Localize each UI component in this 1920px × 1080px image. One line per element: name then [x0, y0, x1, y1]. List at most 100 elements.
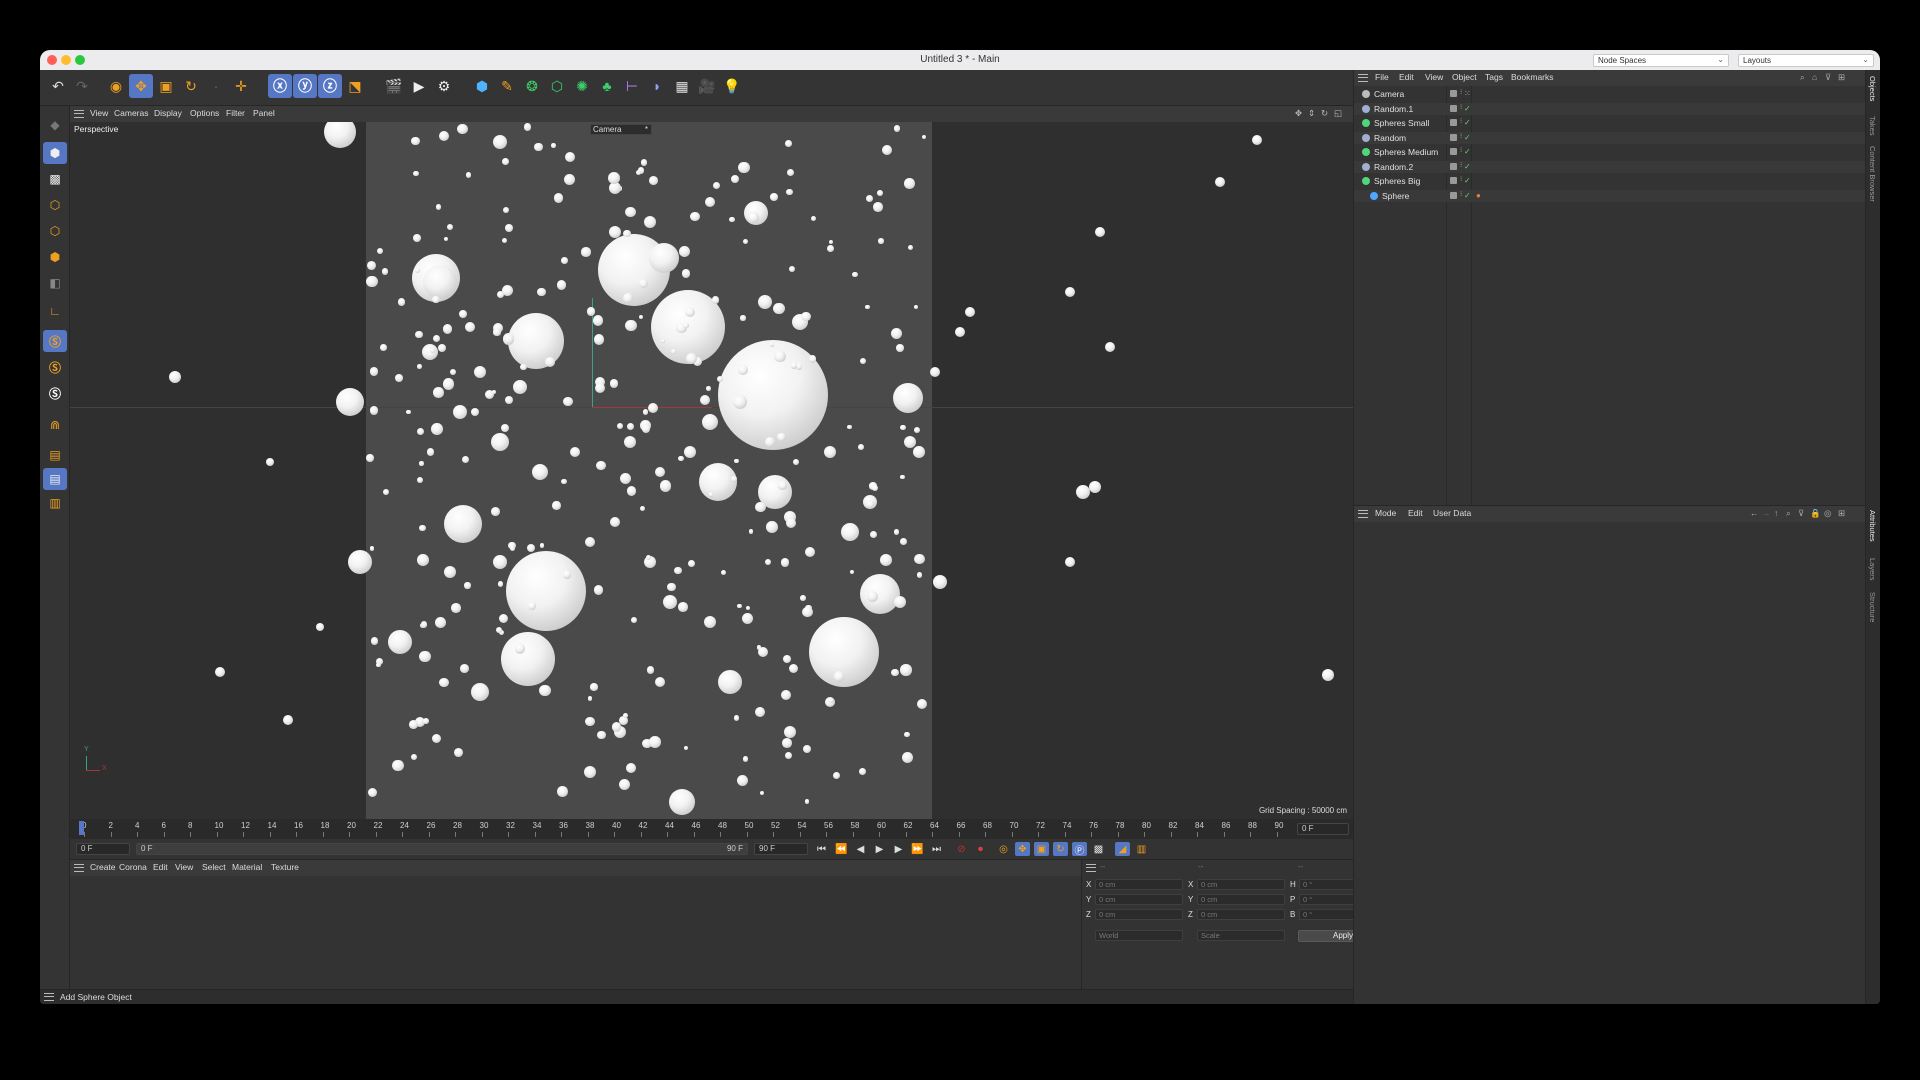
visibility-dots-icon[interactable]: ⁝: [1460, 117, 1462, 125]
points-mode-button[interactable]: ⬡: [43, 194, 67, 216]
tab-takes[interactable]: Takes: [1868, 116, 1877, 136]
attribute-menu-mode[interactable]: Mode: [1375, 508, 1396, 518]
solo-button[interactable]: ▥: [43, 492, 67, 514]
size-z-field[interactable]: 0 cm: [1197, 909, 1285, 920]
tweak-mode-button[interactable]: ⋒: [43, 414, 67, 436]
hamburger-icon[interactable]: [74, 864, 84, 872]
key-pla-button[interactable]: ▩: [1091, 842, 1106, 856]
key-parameter-button[interactable]: Ⓟ: [1072, 842, 1087, 857]
viewport-menu-filter[interactable]: Filter: [226, 108, 245, 118]
object-menu-file[interactable]: File: [1375, 72, 1389, 82]
layer-checkbox[interactable]: [1450, 177, 1457, 184]
undo-button[interactable]: ↶: [46, 74, 70, 98]
enabled-check-icon[interactable]: ✓: [1464, 191, 1471, 200]
mograph-button[interactable]: ♣: [595, 74, 619, 98]
snap-button[interactable]: Ⓢ: [43, 330, 67, 352]
enabled-check-icon[interactable]: ✓: [1464, 147, 1471, 156]
layer-checkbox[interactable]: [1450, 133, 1457, 141]
enabled-check-icon[interactable]: ✓: [1464, 133, 1471, 142]
object-row[interactable]: Sphere ⁝ ✓ ●: [1354, 189, 1866, 202]
node-spaces-dropdown[interactable]: Node Spaces ⌄: [1593, 54, 1729, 67]
position-z-field[interactable]: 0 cm: [1095, 909, 1183, 920]
end-frame-field[interactable]: 90 F: [754, 843, 808, 855]
floor-button[interactable]: ▦: [670, 74, 694, 98]
layer-checkbox[interactable]: [1450, 148, 1457, 155]
layer-checkbox[interactable]: [1450, 162, 1457, 170]
object-menu-edit[interactable]: Edit: [1399, 72, 1414, 82]
object-menu-bookmarks[interactable]: Bookmarks: [1511, 72, 1554, 82]
attribute-menu-user-data[interactable]: User Data: [1433, 508, 1471, 518]
hamburger-icon[interactable]: [1358, 510, 1368, 518]
layouts-dropdown[interactable]: Layouts ⌄: [1738, 54, 1874, 67]
coord-world-dropdown[interactable]: World: [1095, 930, 1183, 941]
attribute-menu-edit[interactable]: Edit: [1408, 508, 1423, 518]
disabled-tool-button[interactable]: ·: [204, 74, 228, 98]
hamburger-icon[interactable]: [74, 110, 84, 118]
position-x-field[interactable]: 0 cm: [1095, 879, 1183, 890]
viewport-menu-cameras[interactable]: Cameras: [114, 108, 148, 118]
key-scale-button[interactable]: ▣: [1034, 842, 1049, 856]
layer-checkbox[interactable]: [1450, 191, 1457, 199]
go-to-end-button[interactable]: ⏭: [929, 842, 944, 856]
key-rotation-button[interactable]: ↻: [1053, 842, 1068, 856]
z-axis-button[interactable]: ⓩ: [318, 74, 342, 98]
uv-mode-button[interactable]: ◧: [43, 272, 67, 294]
object-row[interactable]: Spheres Small ⁝ ✓: [1354, 117, 1866, 129]
camera-button[interactable]: 🎥: [695, 74, 719, 98]
y-axis-button[interactable]: ⓨ: [293, 74, 317, 98]
visibility-dots-icon[interactable]: ⁝: [1460, 88, 1462, 96]
render-view-button[interactable]: 🎬: [382, 74, 406, 98]
object-row[interactable]: Random.2 ⁝ ✓: [1354, 160, 1866, 173]
record-button[interactable]: ⏺: [973, 842, 988, 856]
object-menu-object[interactable]: Object: [1452, 72, 1477, 82]
scale-tool-button[interactable]: ▣: [154, 74, 178, 98]
texture-mode-button[interactable]: ▩: [43, 168, 67, 190]
workplane-lock-button[interactable]: ▤: [43, 468, 67, 490]
lock-icon[interactable]: 🔒: [1810, 508, 1821, 519]
extrude-button[interactable]: ⬡: [545, 74, 569, 98]
filter-icon[interactable]: ⊽: [1798, 508, 1804, 519]
interpolation-button[interactable]: ◢: [1115, 842, 1130, 856]
material-menu-corona[interactable]: Corona: [119, 862, 147, 872]
prev-frame-button[interactable]: ◀: [853, 842, 868, 856]
object-row[interactable]: Spheres Big ⁝ ✓: [1354, 175, 1866, 187]
cube-button[interactable]: ⬢: [470, 74, 494, 98]
search-icon[interactable]: ⌕: [1786, 508, 1791, 519]
deformer-button[interactable]: ⊢: [620, 74, 644, 98]
coord-scale-dropdown[interactable]: Scale: [1197, 930, 1285, 941]
polygons-mode-button[interactable]: ⬢: [43, 246, 67, 268]
autokey-button[interactable]: ◎: [996, 842, 1011, 856]
record-off-button[interactable]: ⊘: [954, 842, 969, 856]
visibility-dots-icon[interactable]: ⁝: [1460, 161, 1462, 169]
viewport-menu-view[interactable]: View: [90, 108, 108, 118]
object-menu-tags[interactable]: Tags: [1485, 72, 1503, 82]
enabled-check-icon[interactable]: ✓: [1464, 176, 1471, 185]
object-row[interactable]: Spheres Medium ⁝ ✓: [1354, 146, 1866, 158]
material-menu-create[interactable]: Create: [90, 862, 116, 872]
rotate-tool-button[interactable]: ↻: [179, 74, 203, 98]
home-icon[interactable]: ⌂: [1812, 72, 1817, 82]
object-row[interactable]: Camera ⁝ ⁙: [1354, 88, 1866, 100]
new-window-icon[interactable]: ⊞: [1838, 508, 1845, 519]
pen-button[interactable]: ✎: [495, 74, 519, 98]
render-settings-button[interactable]: ⚙: [432, 74, 456, 98]
layer-checkbox[interactable]: [1450, 119, 1457, 126]
viewport-menu-options[interactable]: Options: [190, 108, 219, 118]
viewport-menu-display[interactable]: Display: [154, 108, 182, 118]
size-y-field[interactable]: 0 cm: [1197, 894, 1285, 905]
timeline-ruler[interactable]: 0 2 4 6 8 10 12 14 16 18 20 22 24 26 28 30 32 34 36 38 40 42 4…: [70, 819, 1353, 839]
rotate-view-icon[interactable]: ↻: [1321, 108, 1328, 119]
material-tag-icon[interactable]: ●: [1476, 191, 1481, 200]
make-editable-button[interactable]: ◆: [43, 114, 67, 136]
live-selection-button[interactable]: ◉: [104, 74, 128, 98]
viewport-menu-panel[interactable]: Panel: [253, 108, 275, 118]
edges-mode-button[interactable]: ⬡: [43, 220, 67, 242]
quantize-button[interactable]: Ⓢ: [43, 382, 67, 404]
visibility-dots-icon[interactable]: ⁝: [1460, 132, 1462, 140]
tab-structure[interactable]: Structure: [1868, 592, 1877, 622]
range-slider[interactable]: 0 F 90 F: [136, 843, 748, 855]
go-to-start-button[interactable]: ⏮: [814, 842, 829, 856]
object-row[interactable]: Random.1 ⁝ ✓: [1354, 102, 1866, 115]
prev-key-button[interactable]: ⏪: [834, 842, 849, 856]
tab-content-browser[interactable]: Content Browser: [1868, 146, 1877, 202]
